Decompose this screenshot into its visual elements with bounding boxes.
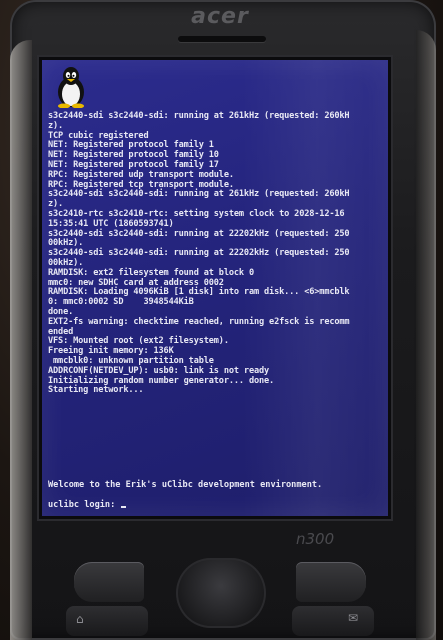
model-label: n300 — [296, 530, 335, 548]
device-right-edge — [416, 30, 436, 640]
device-left-edge — [10, 40, 32, 640]
brand-logo: acer — [191, 4, 249, 29]
earpiece-slot — [178, 36, 266, 42]
photo: acer s3c2440-sdi s3c2440-sdi: running at… — [0, 0, 443, 640]
mail-icon: ✉ — [348, 611, 359, 625]
mail-key[interactable]: ✉ — [292, 606, 374, 636]
navigation-dpad[interactable] — [176, 558, 266, 628]
tux-penguin-icon — [58, 67, 84, 108]
screen-glare — [242, 60, 388, 516]
login-prompt-label: uclibc login: — [48, 500, 121, 510]
device-screen: s3c2440-sdi s3c2440-sdi: running at 261k… — [42, 60, 388, 516]
left-soft-key[interactable] — [74, 562, 144, 602]
hardware-keypad: ⌂ ✉ — [46, 556, 396, 640]
text-cursor — [121, 506, 127, 508]
right-soft-key[interactable] — [296, 562, 366, 602]
home-key[interactable]: ⌂ — [66, 606, 148, 636]
home-icon: ⌂ — [76, 612, 84, 626]
login-prompt[interactable]: uclibc login: — [48, 500, 127, 510]
